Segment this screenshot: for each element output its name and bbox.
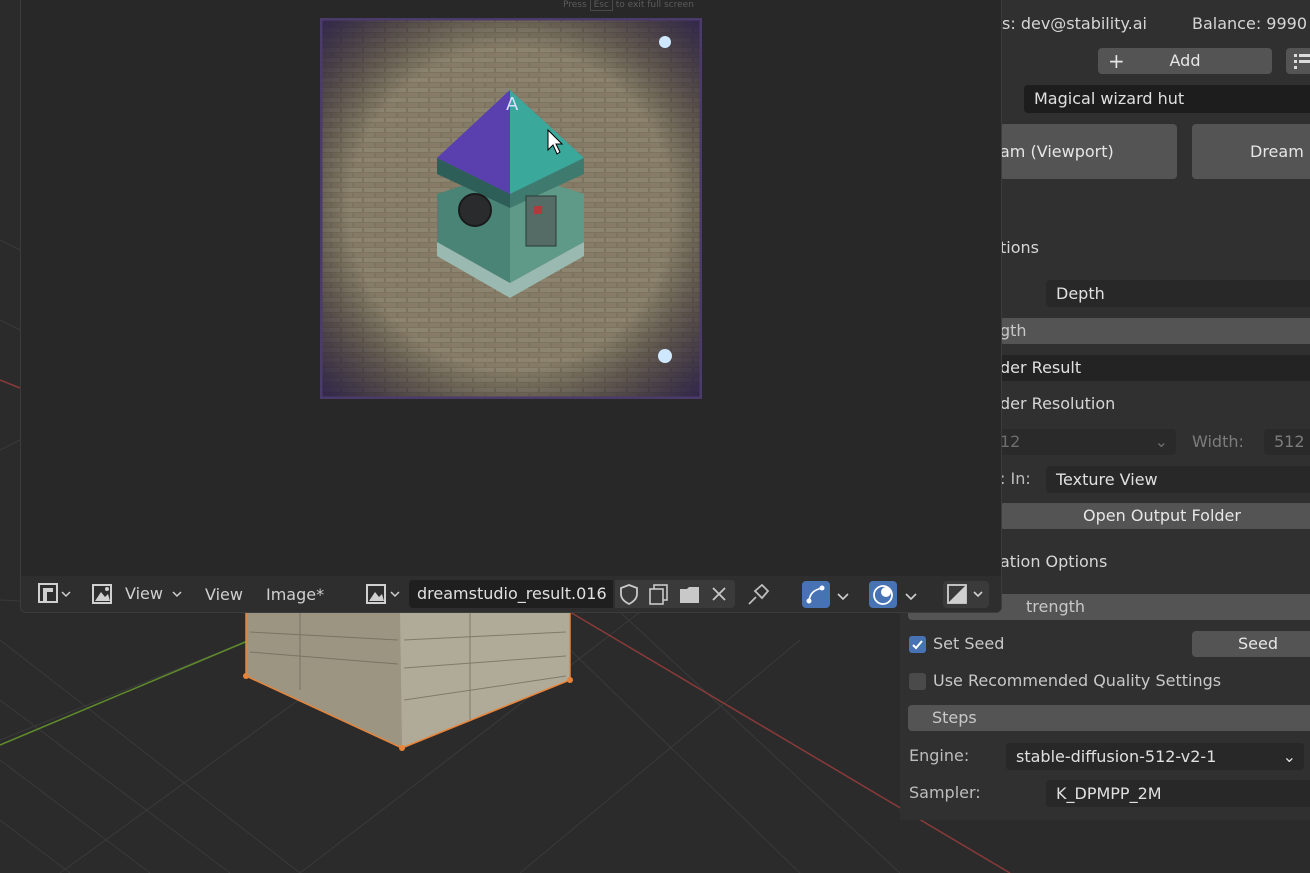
- seed-field[interactable]: Seed: [1192, 631, 1310, 657]
- render-result-field[interactable]: der Result: [1000, 355, 1310, 381]
- close-icon[interactable]: [707, 580, 731, 608]
- display-channels-icon: [947, 584, 983, 604]
- overlay-icon: [873, 585, 893, 605]
- view-image-icon: [92, 584, 112, 604]
- options-section-title[interactable]: tions: [1000, 238, 1039, 257]
- dream-button[interactable]: Dream (: [1192, 124, 1310, 179]
- chevron-down-icon[interactable]: [903, 584, 919, 608]
- set-seed-label: Set Seed: [933, 634, 1005, 653]
- account-user-label: s: dev@stability.ai: [1002, 14, 1147, 33]
- dropdown-chevron-icon: ⌄: [1282, 747, 1296, 766]
- add-button[interactable]: + Add: [1098, 48, 1272, 74]
- svg-text:A: A: [506, 94, 519, 115]
- image-browse-icon: [366, 584, 400, 604]
- list-icon: [1294, 54, 1310, 69]
- list-menu-button[interactable]: [1286, 48, 1310, 74]
- checkbox-icon: [912, 640, 923, 650]
- engine-dropdown[interactable]: stable-diffusion-512-v2-1 ⌄: [1006, 743, 1304, 770]
- uv-sync-icon: [806, 585, 825, 604]
- display-channels-dropdown[interactable]: [943, 581, 989, 608]
- add-button-label: Add: [1169, 51, 1201, 70]
- duplicate-icon[interactable]: [647, 580, 671, 608]
- balance-label: Balance: 9990: [1192, 14, 1308, 33]
- dream-viewport-button[interactable]: am (Viewport): [1000, 124, 1177, 179]
- strength-slider[interactable]: gth: [1000, 318, 1310, 344]
- image-menu[interactable]: Image*: [266, 582, 324, 608]
- view-menu[interactable]: View: [205, 582, 243, 608]
- width-label: Width:: [1192, 432, 1244, 451]
- folder-icon[interactable]: [677, 580, 703, 608]
- uv-sync-button[interactable]: [802, 581, 830, 608]
- shield-icon[interactable]: [617, 580, 641, 608]
- steps-slider[interactable]: Steps: [908, 705, 1310, 731]
- generation-options-title[interactable]: ation Options: [1000, 552, 1107, 571]
- overlay-button[interactable]: [869, 581, 897, 608]
- chevron-down-icon[interactable]: [835, 584, 851, 608]
- generated-image[interactable]: A: [320, 18, 702, 399]
- open-output-folder-button[interactable]: Open Output Folder: [1000, 503, 1310, 529]
- dropdown-chevron-icon: ⌄: [1154, 432, 1168, 451]
- plus-icon: +: [1108, 49, 1125, 73]
- width-input[interactable]: 512: [1264, 429, 1310, 455]
- browse-image-button[interactable]: [365, 582, 405, 606]
- image-datablock-buttons: [615, 580, 735, 608]
- recommended-quality-label: Use Recommended Quality Settings: [933, 671, 1222, 690]
- image-editor-window[interactable]: Press Esc to exit full screen A View Vie…: [20, 0, 1002, 613]
- editor-type-button[interactable]: [37, 582, 73, 606]
- set-seed-checkbox[interactable]: [909, 636, 926, 653]
- chevron-down-icon: [172, 591, 182, 598]
- fullscreen-hint: Press Esc to exit full screen: [563, 0, 694, 11]
- view-mode-dropdown[interactable]: View: [91, 582, 186, 606]
- engine-label: Engine:: [909, 746, 970, 765]
- sampler-label: Sampler:: [909, 783, 981, 802]
- image-editor-header: View View Image* dreamstudio_result.016: [21, 576, 1001, 612]
- image-name-field[interactable]: dreamstudio_result.016: [409, 580, 613, 608]
- pin-icon[interactable]: [745, 582, 771, 608]
- controlnet-model-dropdown[interactable]: Depth: [1046, 280, 1310, 307]
- prompt-input[interactable]: Magical wizard hut: [1024, 85, 1310, 113]
- sampler-dropdown[interactable]: K_DPMPP_2M: [1046, 780, 1310, 807]
- open-in-label: : In:: [1000, 469, 1031, 488]
- open-in-dropdown[interactable]: Texture View: [1046, 466, 1310, 493]
- height-dropdown[interactable]: 12 ⌄: [1000, 429, 1176, 455]
- recommended-quality-checkbox[interactable]: [909, 673, 926, 690]
- render-resolution-label: der Resolution: [1000, 394, 1116, 413]
- editor-type-icon: [38, 583, 71, 603]
